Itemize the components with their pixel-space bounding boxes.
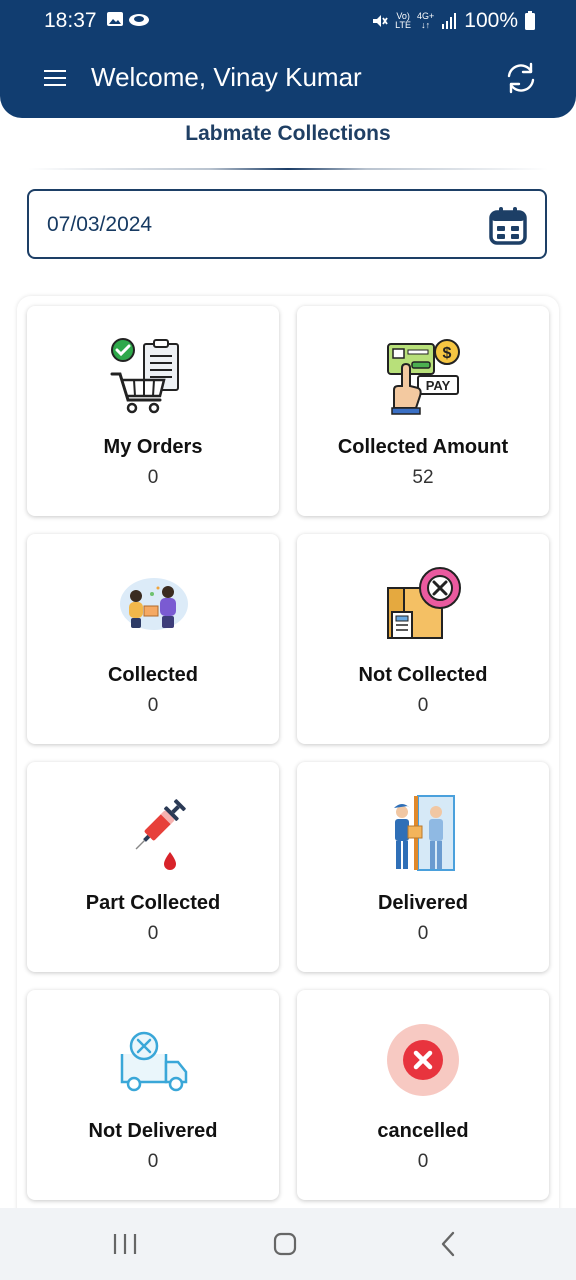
date-value: 07/03/2024 xyxy=(47,213,153,236)
date-field[interactable]: 07/03/2024 xyxy=(27,189,547,259)
card-collected-amount[interactable]: $ PAY Collected Amount 52 xyxy=(297,306,549,516)
back-icon[interactable] xyxy=(436,1230,460,1258)
page-title: Labmate Collections xyxy=(185,122,391,145)
gallery-icon xyxy=(107,12,123,26)
cloud-icon xyxy=(129,14,149,26)
card-count: 0 xyxy=(147,467,159,488)
card-count: 0 xyxy=(417,1151,429,1172)
system-nav-bar xyxy=(0,1208,576,1280)
data-indicator: 4G+ ↓↑ xyxy=(417,12,434,30)
status-indicators: Vo) LTE 4G+ ↓↑ 100% xyxy=(371,9,536,33)
card-count: 52 xyxy=(412,467,434,488)
hamburger-menu-icon[interactable] xyxy=(44,70,66,86)
home-icon[interactable] xyxy=(272,1230,298,1258)
svg-text:PAY: PAY xyxy=(426,378,451,393)
card-cancelled[interactable]: cancelled 0 xyxy=(297,990,549,1200)
card-label: My Orders xyxy=(103,436,203,458)
card-label: cancelled xyxy=(377,1120,469,1142)
card-part-collected[interactable]: Part Collected 0 xyxy=(27,762,279,972)
battery-text: 100% xyxy=(464,9,518,32)
recent-apps-icon[interactable] xyxy=(112,1230,138,1258)
title-divider xyxy=(28,168,548,170)
mute-icon xyxy=(373,15,388,27)
battery-icon xyxy=(525,11,535,30)
signal-icon xyxy=(442,13,457,29)
card-label: Collected xyxy=(107,664,199,686)
card-label: Not Collected xyxy=(358,664,488,686)
card-count: 0 xyxy=(417,923,429,944)
card-not-delivered[interactable]: Not Delivered 0 xyxy=(27,990,279,1200)
svg-text:$: $ xyxy=(443,345,452,362)
card-count: 0 xyxy=(147,695,159,716)
volte-indicator: Vo) LTE xyxy=(395,12,411,30)
collected-people-icon xyxy=(120,578,188,630)
card-count: 0 xyxy=(147,1151,159,1172)
card-count: 0 xyxy=(417,695,429,716)
cancel-circle-icon xyxy=(387,1024,459,1096)
card-label: Delivered xyxy=(377,892,469,914)
orders-cart-icon xyxy=(110,338,179,414)
syringe-icon xyxy=(135,799,186,870)
status-bar: 18:37 Vo) LTE 4G+ ↓↑ 100% xyxy=(0,0,576,40)
card-label: Part Collected xyxy=(85,892,221,914)
status-time: 18:37 xyxy=(44,9,97,32)
app-header: 18:37 Vo) LTE 4G+ ↓↑ 100% Welcome, Vinay… xyxy=(0,0,576,118)
calendar-icon[interactable] xyxy=(488,206,528,246)
card-not-collected[interactable]: Not Collected 0 xyxy=(297,534,549,744)
pay-icon: $ PAY xyxy=(387,339,460,415)
card-collected[interactable]: Collected 0 xyxy=(27,534,279,744)
card-label: Not Delivered xyxy=(88,1120,218,1142)
welcome-title: Welcome, Vinay Kumar xyxy=(91,62,362,92)
card-label: Collected Amount xyxy=(337,436,509,458)
delivery-man-icon xyxy=(394,795,455,871)
card-delivered[interactable]: Delivered 0 xyxy=(297,762,549,972)
data-arrows-icon: ↓↑ xyxy=(421,20,431,30)
card-my-orders[interactable]: My Orders 0 xyxy=(27,306,279,516)
volte-bottom-text: LTE xyxy=(395,20,412,30)
refresh-icon[interactable] xyxy=(504,61,538,95)
not-collected-box-icon xyxy=(387,567,461,639)
card-count: 0 xyxy=(147,923,159,944)
truck-cancel-icon xyxy=(120,1031,188,1092)
